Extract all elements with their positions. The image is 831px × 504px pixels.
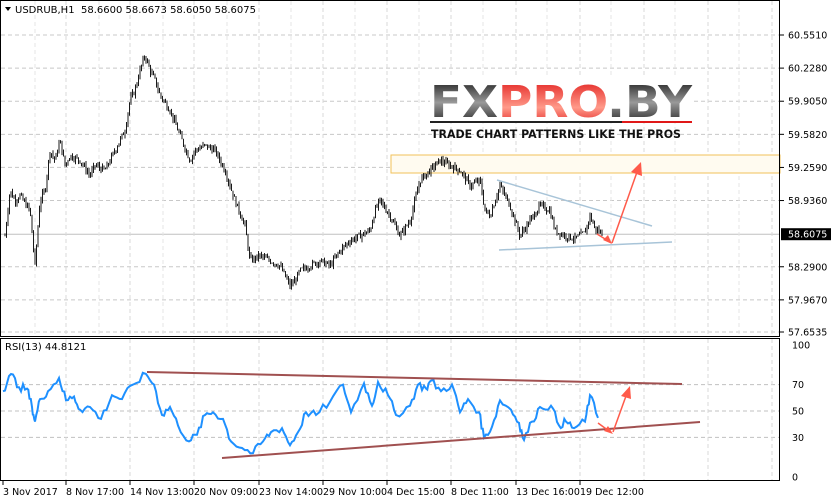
annotations (146, 162, 701, 459)
time-tick-label: 4 Dec 15:00 (387, 487, 445, 498)
price-tick-label: 57.6535 (788, 328, 827, 339)
time-tick-label: 13 Dec 16:00 (516, 487, 580, 498)
price-tick-label: 59.2590 (788, 163, 827, 174)
fxpro-logo: FXPRO .BY TRADE CHART PATTERNS LIKE THE P… (430, 77, 693, 141)
price-tick-label: 60.5510 (788, 31, 827, 42)
time-tick-label: 3 Nov 2017 (3, 487, 58, 498)
svg-text:58.6600 58.6673 58.6050 58.607: 58.6600 58.6673 58.6050 58.6075 (81, 5, 256, 16)
rsi-tick-label: 0 (792, 473, 798, 484)
rsi-tick-label: 70 (792, 380, 804, 391)
rsi-pane-frame (0, 338, 780, 481)
current-price-label: 58.6075 (788, 230, 827, 241)
svg-text:TRADE CHART PATTERNS LIKE THE: TRADE CHART PATTERNS LIKE THE PROS (431, 127, 681, 141)
svg-text:FXPRO.BY: FXPRO .BY (430, 77, 693, 128)
time-tick-label: 19 Dec 12:00 (580, 487, 644, 498)
time-tick-label: 8 Nov 17:00 (66, 487, 124, 498)
svg-text:USDRUB,H1: USDRUB,H1 (15, 5, 75, 16)
triangle-lower-trendline (498, 241, 673, 251)
price-tick-label: 58.9360 (788, 196, 827, 207)
rsi-upper-trendline (146, 371, 683, 385)
triangle-upper-trendline (496, 179, 653, 227)
time-tick-label: 23 Nov 14:00 (259, 487, 323, 498)
chart-canvas[interactable]: FXPRO .BY TRADE CHART PATTERNS LIKE THE P… (0, 0, 831, 504)
rsi-tick-label: 50 (792, 407, 804, 418)
rsi-tick-label: 30 (792, 433, 804, 444)
price-tick-label: 58.2900 (788, 262, 827, 273)
price-tick-label: 59.5820 (788, 130, 827, 141)
time-tick-label: 8 Dec 11:00 (451, 487, 509, 498)
price-tick-label: 59.9050 (788, 97, 827, 108)
axes: 60.5510 60.2280 59.9050 59.5820 59.2590 58.93… (2, 31, 831, 498)
time-tick-label: 29 Nov 10:00 (323, 487, 387, 498)
time-tick-label: 20 Nov 09:00 (194, 487, 258, 498)
dropdown-triangle-icon (5, 7, 11, 11)
rsi-header: RSI(13) 44.8121 (5, 342, 86, 353)
rsi-tick-label: 100 (792, 341, 810, 352)
price-tick-label: 57.9670 (788, 295, 827, 306)
grid (1, 1, 779, 480)
arrow-up (611, 171, 638, 244)
price-header: USDRUB,H1 58.6600 58.6673 58.6050 58.607… (5, 5, 256, 16)
price-tick-label: 60.2280 (788, 64, 827, 75)
time-tick-label: 14 Nov 13:00 (130, 487, 194, 498)
